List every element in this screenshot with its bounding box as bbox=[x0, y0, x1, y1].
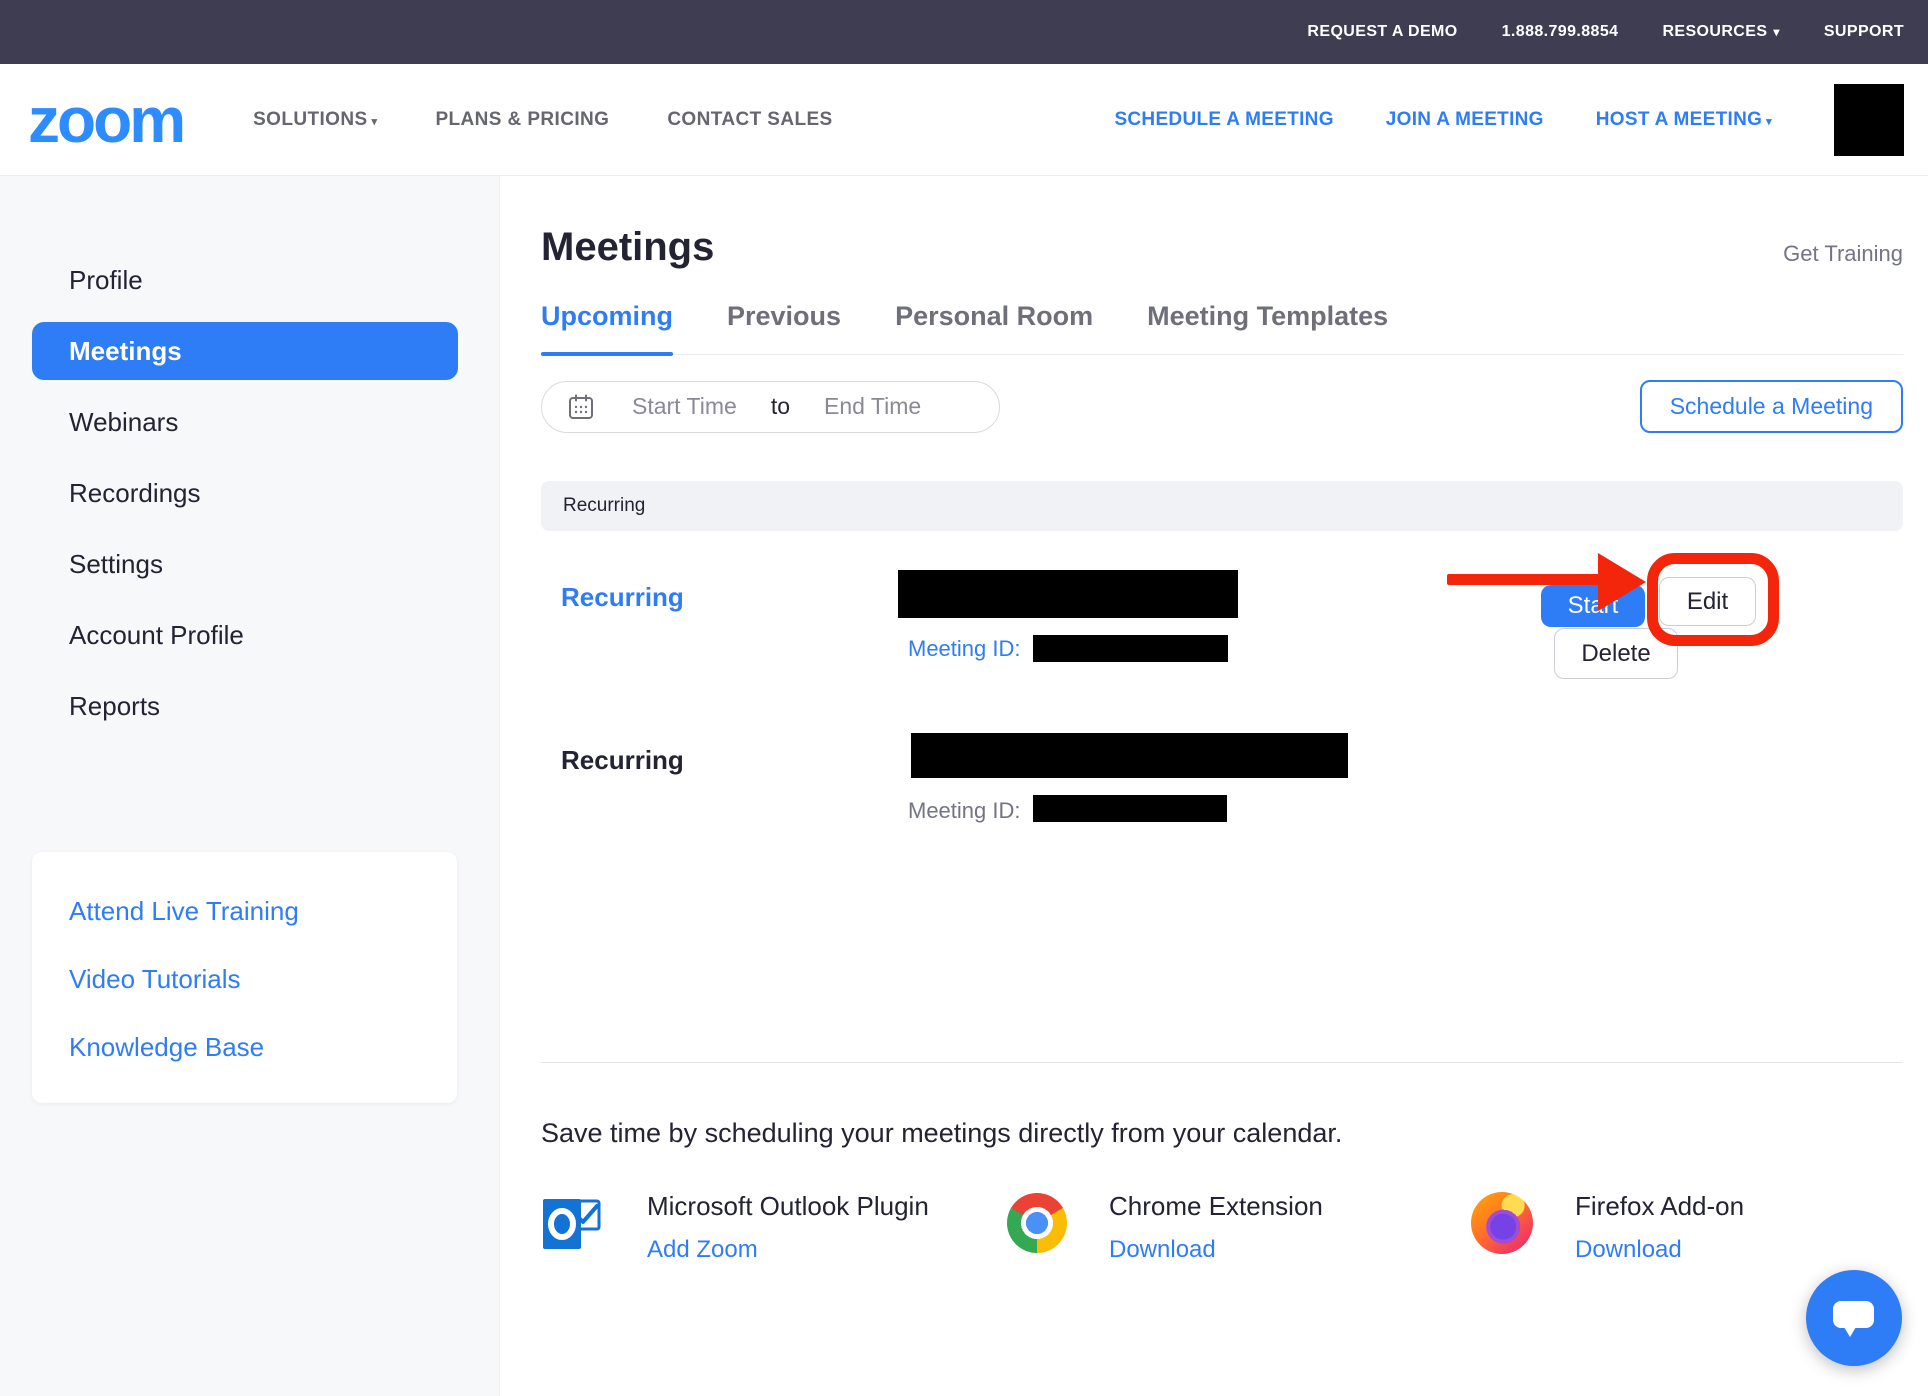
schedule-a-meeting-link[interactable]: SCHEDULE A MEETING bbox=[1114, 109, 1333, 131]
sidebar-item-meetings[interactable]: Meetings bbox=[32, 322, 458, 380]
date-range-filter[interactable]: Start Time to End Time bbox=[541, 381, 1000, 433]
annotation-arrow-shaft bbox=[1447, 574, 1601, 585]
delete-button[interactable]: Delete bbox=[1554, 628, 1678, 679]
integration-name: Chrome Extension bbox=[1109, 1191, 1323, 1222]
recurring-section-header: Recurring bbox=[541, 481, 1903, 531]
tab-meeting-templates[interactable]: Meeting Templates bbox=[1147, 301, 1388, 354]
tab-previous[interactable]: Previous bbox=[727, 301, 841, 354]
meetings-page: Meetings Get Training Upcoming Previous … bbox=[500, 176, 1928, 1396]
outlook-icon bbox=[541, 1191, 605, 1260]
account-avatar-redacted[interactable] bbox=[1834, 84, 1904, 156]
chrome-extension-item: Chrome Extension Download bbox=[1007, 1191, 1471, 1264]
redacted-meeting-id bbox=[1033, 635, 1228, 662]
sidebar-item-settings[interactable]: Settings bbox=[0, 535, 458, 593]
contact-sales-link[interactable]: CONTACT SALES bbox=[667, 109, 832, 131]
meeting-id-label: Meeting ID: bbox=[908, 798, 1021, 824]
meeting-recurrence-link[interactable]: Recurring bbox=[561, 582, 684, 613]
phone-number[interactable]: 1.888.799.8854 bbox=[1502, 23, 1619, 41]
integrations-row: Microsoft Outlook Plugin Add Zoom Chrome… bbox=[541, 1191, 1903, 1264]
firefox-icon bbox=[1471, 1192, 1533, 1254]
meeting-id-label: Meeting ID: bbox=[908, 636, 1021, 662]
integration-name: Microsoft Outlook Plugin bbox=[647, 1191, 929, 1222]
header-actions: SCHEDULE A MEETING JOIN A MEETING HOST A… bbox=[1114, 84, 1904, 156]
sidebar-item-recordings[interactable]: Recordings bbox=[0, 464, 458, 522]
support-link[interactable]: SUPPORT bbox=[1824, 23, 1904, 41]
outlook-plugin-item: Microsoft Outlook Plugin Add Zoom bbox=[541, 1191, 1007, 1264]
add-zoom-link[interactable]: Add Zoom bbox=[647, 1236, 929, 1264]
firefox-addon-item: Firefox Add-on Download bbox=[1471, 1191, 1744, 1264]
tab-upcoming[interactable]: Upcoming bbox=[541, 301, 673, 354]
zoom-logo[interactable]: zoom bbox=[28, 88, 183, 152]
chevron-down-icon: ▾ bbox=[1766, 116, 1772, 128]
chevron-down-icon: ▾ bbox=[372, 116, 378, 128]
sidebar-item-reports[interactable]: Reports bbox=[0, 677, 458, 735]
video-tutorials-link[interactable]: Video Tutorials bbox=[69, 964, 457, 995]
section-divider bbox=[541, 1062, 1903, 1063]
meetings-tabs: Upcoming Previous Personal Room Meeting … bbox=[541, 301, 1903, 355]
sidebar: Profile Meetings Webinars Recordings Set… bbox=[0, 176, 500, 1396]
calendar-icon bbox=[568, 394, 594, 420]
integration-name: Firefox Add-on bbox=[1575, 1191, 1744, 1222]
attend-live-training-link[interactable]: Attend Live Training bbox=[69, 896, 457, 927]
request-demo-link[interactable]: REQUEST A DEMO bbox=[1307, 23, 1457, 41]
sidebar-item-profile[interactable]: Profile bbox=[0, 251, 458, 309]
download-link[interactable]: Download bbox=[1109, 1236, 1323, 1264]
chat-bubble-icon bbox=[1833, 1301, 1874, 1328]
sidebar-item-webinars[interactable]: Webinars bbox=[0, 393, 458, 451]
page-title: Meetings bbox=[541, 227, 714, 267]
section-header-label: Recurring bbox=[563, 495, 645, 517]
chrome-icon bbox=[1007, 1193, 1067, 1253]
chat-launcher[interactable] bbox=[1806, 1270, 1902, 1366]
meeting-recurrence-label: Recurring bbox=[561, 745, 684, 776]
knowledge-base-link[interactable]: Knowledge Base bbox=[69, 1032, 457, 1063]
zoom-web-portal: REQUEST A DEMO 1.888.799.8854 RESOURCES▾… bbox=[0, 0, 1928, 1396]
resources-menu[interactable]: RESOURCES▾ bbox=[1662, 23, 1779, 41]
get-training-link[interactable]: Get Training bbox=[1783, 241, 1903, 267]
schedule-a-meeting-button[interactable]: Schedule a Meeting bbox=[1640, 380, 1903, 433]
start-time-placeholder[interactable]: Start Time bbox=[632, 393, 737, 420]
edit-button[interactable]: Edit bbox=[1659, 577, 1756, 626]
tab-personal-room[interactable]: Personal Room bbox=[895, 301, 1093, 354]
end-time-placeholder[interactable]: End Time bbox=[824, 393, 921, 420]
redacted-meeting-id bbox=[1033, 795, 1227, 822]
chevron-down-icon: ▾ bbox=[1773, 25, 1779, 39]
main-nav: SOLUTIONS▾ PLANS & PRICING CONTACT SALES bbox=[253, 109, 833, 131]
site-header: zoom SOLUTIONS▾ PLANS & PRICING CONTACT … bbox=[0, 64, 1928, 176]
download-link[interactable]: Download bbox=[1575, 1236, 1744, 1264]
redacted-meeting-topic[interactable] bbox=[898, 570, 1238, 618]
sidebar-item-account-profile[interactable]: Account Profile bbox=[0, 606, 458, 664]
solutions-menu[interactable]: SOLUTIONS▾ bbox=[253, 109, 377, 131]
calendar-integration-headline: Save time by scheduling your meetings di… bbox=[541, 1118, 1903, 1149]
meeting-list: Recurring Meeting ID: Start Edit Delete … bbox=[541, 531, 1903, 1062]
host-a-meeting-menu[interactable]: HOST A MEETING▾ bbox=[1596, 109, 1772, 131]
start-button[interactable]: Start bbox=[1541, 585, 1645, 627]
join-a-meeting-link[interactable]: JOIN A MEETING bbox=[1386, 109, 1544, 131]
redacted-meeting-topic[interactable] bbox=[911, 733, 1348, 778]
top-utility-bar: REQUEST A DEMO 1.888.799.8854 RESOURCES▾… bbox=[0, 0, 1928, 64]
plans-pricing-link[interactable]: PLANS & PRICING bbox=[435, 109, 609, 131]
help-links-card: Attend Live Training Video Tutorials Kno… bbox=[32, 852, 457, 1103]
filter-separator: to bbox=[771, 393, 790, 420]
